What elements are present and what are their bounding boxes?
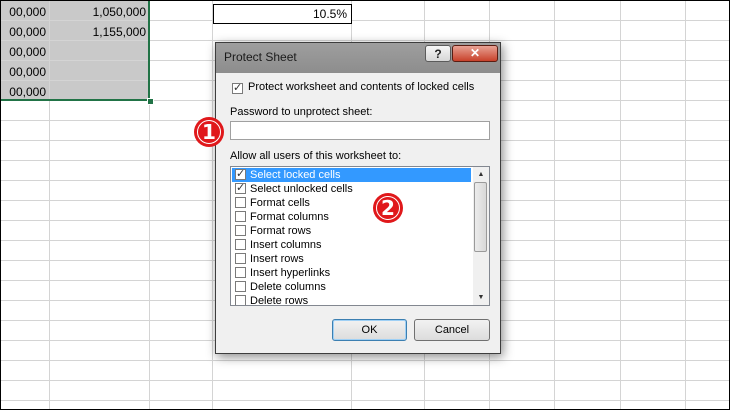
scroll-up-arrow-icon[interactable]: ▲ (473, 167, 489, 182)
password-label: Password to unprotect sheet: (230, 106, 373, 118)
permission-checkbox[interactable] (235, 225, 246, 236)
ok-button[interactable]: OK (332, 319, 407, 341)
list-item[interactable]: Insert columns (232, 238, 471, 252)
help-button[interactable]: ? (425, 45, 451, 62)
permission-label: Format cells (250, 197, 310, 209)
password-input[interactable] (230, 121, 490, 140)
list-item[interactable]: Insert rows (232, 252, 471, 266)
list-item[interactable]: Format cells (232, 196, 471, 210)
permission-label: Select unlocked cells (250, 183, 353, 195)
protect-worksheet-checkbox[interactable] (232, 81, 243, 94)
cancel-button[interactable]: Cancel (414, 319, 490, 341)
permission-label: Delete rows (250, 295, 309, 306)
annotation-badge-two: 2 (373, 193, 403, 223)
gridline (554, 0, 555, 410)
permission-checkbox[interactable] (235, 167, 246, 180)
list-item[interactable]: Delete rows (232, 294, 471, 306)
dialog-titlebar[interactable]: Protect Sheet ? ✕ (216, 43, 500, 73)
permission-checkbox[interactable] (235, 253, 246, 264)
list-item[interactable]: Select locked cells (232, 167, 471, 182)
permission-label: Select locked cells (250, 169, 341, 181)
protect-worksheet-label[interactable]: Protect worksheet and contents of locked… (248, 81, 474, 93)
dialog-body: Protect worksheet and contents of locked… (222, 73, 494, 347)
list-item[interactable]: Format columns (232, 210, 471, 224)
percent-cell[interactable]: 10.5% (213, 4, 352, 24)
permission-checkbox[interactable] (235, 267, 246, 278)
selection-range-border (0, 0, 150, 101)
annotation-badge-one: 1 (194, 117, 224, 147)
gridline (212, 0, 213, 410)
list-item[interactable]: Format rows (232, 224, 471, 238)
gridline (0, 360, 730, 361)
list-item[interactable]: Insert hyperlinks (232, 266, 471, 280)
scroll-thumb[interactable] (474, 182, 487, 252)
dialog-title: Protect Sheet (224, 50, 297, 64)
scroll-down-arrow-icon[interactable]: ▼ (473, 290, 489, 305)
permission-label: Insert rows (250, 253, 304, 265)
allow-users-label: Allow all users of this worksheet to: (230, 150, 402, 162)
fill-handle[interactable] (147, 98, 154, 105)
permission-label: Insert hyperlinks (250, 267, 331, 279)
close-button[interactable]: ✕ (452, 45, 498, 62)
list-item[interactable]: Select unlocked cells (232, 181, 471, 196)
permission-checkbox[interactable] (235, 281, 246, 292)
gridline (0, 380, 730, 381)
permission-checkbox[interactable] (235, 197, 246, 208)
list-item[interactable]: Delete columns (232, 280, 471, 294)
permission-label: Insert columns (250, 239, 322, 251)
close-icon: ✕ (469, 46, 481, 60)
gridline (0, 400, 730, 401)
permission-checkbox[interactable] (235, 211, 246, 222)
listbox-scrollbar[interactable]: ▲ ▼ (473, 167, 489, 305)
permission-label: Delete columns (250, 281, 326, 293)
permission-checkbox[interactable] (235, 295, 246, 305)
permission-label: Format columns (250, 211, 329, 223)
permission-checkbox[interactable] (235, 239, 246, 250)
protect-sheet-dialog: Protect Sheet ? ✕ Protect worksheet and … (215, 42, 501, 354)
gridline (685, 0, 686, 410)
permission-label: Format rows (250, 225, 312, 237)
permissions-listbox[interactable]: Select locked cells Select unlocked cell… (230, 166, 490, 306)
gridline (620, 0, 621, 410)
permission-checkbox[interactable] (235, 181, 246, 194)
